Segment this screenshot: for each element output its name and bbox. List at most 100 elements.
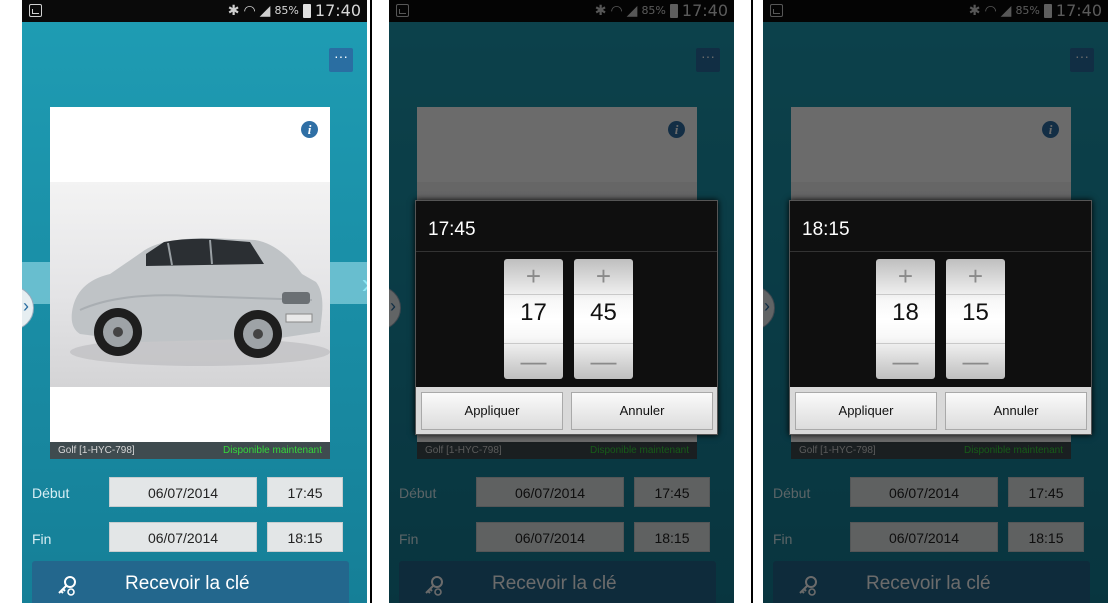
availability-status: Disponible maintenant <box>964 445 1063 456</box>
minute-increment-button[interactable]: + <box>574 259 633 295</box>
start-date-field: 06/07/2014 <box>850 477 998 507</box>
card-footer: Golf [1-HYC-798] Disponible maintenant <box>417 442 697 459</box>
minute-picker[interactable]: + 45 — <box>574 259 633 379</box>
card-footer: Golf [1-HYC-798] Disponible maintenant <box>50 442 330 459</box>
start-date-field[interactable]: 06/07/2014 <box>109 477 257 507</box>
end-time-field[interactable]: 18:15 <box>267 522 343 552</box>
panel-divider <box>370 0 372 603</box>
screen-main: ✱ ◠ ◢ 85% 17:40 ··· i Golf [1-HYC-798] D… <box>22 0 367 603</box>
start-label: Début <box>773 485 811 501</box>
minute-decrement-button[interactable]: — <box>946 343 1005 379</box>
battery-icon <box>302 3 311 18</box>
minute-value: 15 <box>962 299 989 326</box>
dialog-separator <box>416 251 717 252</box>
vehicle-name: Golf [1-HYC-798] <box>799 445 876 456</box>
key-user-icon <box>799 576 817 596</box>
receive-key-label: Recevoir la clé <box>866 573 991 594</box>
key-user-icon <box>425 576 443 596</box>
start-time-field: 17:45 <box>634 477 710 507</box>
overflow-menu-button: ··· <box>696 48 720 72</box>
apply-button[interactable]: Appliquer <box>421 392 563 430</box>
time-picker-dialog: 17:45 + 17 — + 45 — Appliquer Annuler <box>415 200 718 435</box>
receive-key-button[interactable]: Recevoir la clé <box>32 561 349 603</box>
hour-value: 17 <box>520 299 547 326</box>
drawer-handle <box>389 286 401 330</box>
time-picker-dialog: 18:15 + 18 — + 15 — Appliquer Annuler <box>789 200 1092 435</box>
vehicle-name: Golf [1-HYC-798] <box>425 445 502 456</box>
wifi-icon: ◠ <box>610 2 623 19</box>
minute-picker[interactable]: + 15 — <box>946 259 1005 379</box>
card-footer: Golf [1-HYC-798] Disponible maintenant <box>791 442 1071 459</box>
hour-picker[interactable]: + 17 — <box>504 259 563 379</box>
vehicle-card[interactable]: i Golf [1-HYC-798] Disponible maintenant <box>50 107 330 459</box>
dialog-button-bar: Appliquer Annuler <box>790 387 1091 434</box>
end-date-field: 06/07/2014 <box>850 522 998 552</box>
hour-decrement-button[interactable]: — <box>504 343 563 379</box>
dialog-title: 17:45 <box>428 219 476 240</box>
screenshot-notification-icon <box>396 4 409 17</box>
signal-icon: ◢ <box>259 2 271 19</box>
screen-end-time-picker: ✱ ◠ ◢ 85% 17:40 ··· i Golf [1-HYC-798] D… <box>763 0 1108 603</box>
screenshot-notification-icon <box>29 4 42 17</box>
hour-increment-button[interactable]: + <box>504 259 563 295</box>
next-vehicle-arrow-icon[interactable]: › <box>362 268 367 300</box>
receive-key-button: Recevoir la clé <box>399 561 716 603</box>
battery-icon <box>1043 3 1052 18</box>
end-date-field[interactable]: 06/07/2014 <box>109 522 257 552</box>
hour-decrement-button[interactable]: — <box>876 343 935 379</box>
car-illustration <box>70 238 330 366</box>
panel-divider <box>751 0 753 603</box>
minute-increment-button[interactable]: + <box>946 259 1005 295</box>
apply-button[interactable]: Appliquer <box>795 392 937 430</box>
status-bar: ✱ ◠ ◢ 85% 17:40 <box>763 0 1108 22</box>
end-time-field: 18:15 <box>634 522 710 552</box>
bluetooth-icon: ✱ <box>968 2 981 19</box>
dialog-title: 18:15 <box>802 219 850 240</box>
battery-percent: 85% <box>274 4 299 17</box>
key-user-icon <box>58 576 76 596</box>
overflow-menu-button: ··· <box>1070 48 1094 72</box>
battery-icon <box>669 3 678 18</box>
receive-key-label: Recevoir la clé <box>492 573 617 594</box>
signal-icon: ◢ <box>626 2 638 19</box>
end-time-field: 18:15 <box>1008 522 1084 552</box>
battery-percent: 85% <box>641 4 666 17</box>
end-date-field: 06/07/2014 <box>476 522 624 552</box>
hour-picker[interactable]: + 18 — <box>876 259 935 379</box>
status-bar: ✱ ◠ ◢ 85% 17:40 <box>389 0 734 22</box>
clock: 17:40 <box>681 1 728 20</box>
battery-percent: 85% <box>1015 4 1040 17</box>
cancel-button[interactable]: Annuler <box>571 392 713 430</box>
screenshot-notification-icon <box>770 4 783 17</box>
start-label: Début <box>32 485 70 501</box>
start-time-field[interactable]: 17:45 <box>267 477 343 507</box>
cancel-button[interactable]: Annuler <box>945 392 1087 430</box>
clock: 17:40 <box>314 1 361 20</box>
start-date-field: 06/07/2014 <box>476 477 624 507</box>
minute-decrement-button[interactable]: — <box>574 343 633 379</box>
availability-status: Disponible maintenant <box>590 445 689 456</box>
overflow-menu-button[interactable]: ··· <box>329 48 353 72</box>
info-icon: i <box>1042 121 1059 138</box>
bluetooth-icon: ✱ <box>227 2 240 19</box>
info-icon: i <box>668 121 685 138</box>
end-label: Fin <box>399 531 419 547</box>
vehicle-name: Golf [1-HYC-798] <box>58 445 135 456</box>
status-bar: ✱ ◠ ◢ 85% 17:40 <box>22 0 367 22</box>
dialog-separator <box>790 251 1091 252</box>
end-label: Fin <box>32 531 52 547</box>
minute-value: 45 <box>590 299 617 326</box>
info-icon[interactable]: i <box>301 121 318 138</box>
screen-start-time-picker: ✱ ◠ ◢ 85% 17:40 ··· i Golf [1-HYC-798] D… <box>389 0 734 603</box>
wifi-icon: ◠ <box>984 2 997 19</box>
start-time-field: 17:45 <box>1008 477 1084 507</box>
hour-increment-button[interactable]: + <box>876 259 935 295</box>
car-image <box>50 182 330 387</box>
dialog-button-bar: Appliquer Annuler <box>416 387 717 434</box>
start-label: Début <box>399 485 437 501</box>
receive-key-label: Recevoir la clé <box>125 573 250 594</box>
availability-status: Disponible maintenant <box>223 445 322 456</box>
clock: 17:40 <box>1055 1 1102 20</box>
hour-value: 18 <box>892 299 919 326</box>
receive-key-button: Recevoir la clé <box>773 561 1090 603</box>
